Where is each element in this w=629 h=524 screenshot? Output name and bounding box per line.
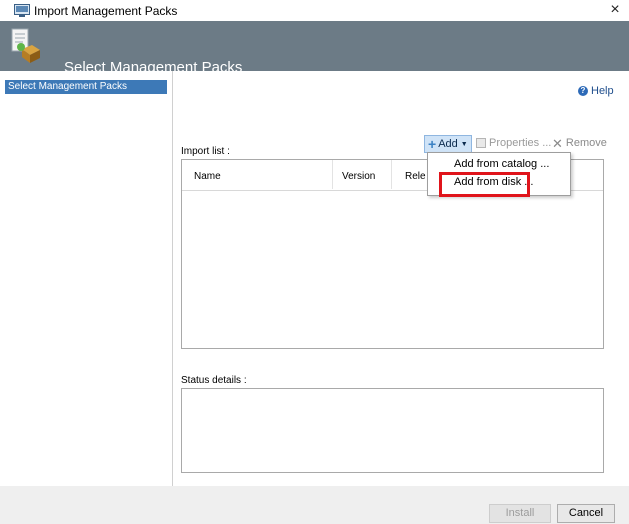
sidebar-item-select-management-packs[interactable]: Select Management Packs — [5, 80, 167, 94]
column-divider[interactable] — [332, 160, 333, 189]
column-header-name[interactable]: Name — [194, 171, 221, 182]
remove-icon: ✕ — [552, 135, 563, 151]
menu-item-add-from-catalog[interactable]: Add from catalog ... — [454, 158, 549, 170]
remove-button[interactable]: ✕ Remove — [552, 135, 607, 151]
properties-button[interactable]: Properties ... — [476, 137, 551, 149]
app-window-icon — [14, 4, 30, 17]
column-header-version[interactable]: Version — [342, 171, 375, 182]
status-details-label: Status details : — [181, 375, 247, 386]
plus-icon: + — [428, 136, 437, 152]
help-icon: ? — [578, 86, 588, 96]
remove-button-label: Remove — [565, 137, 607, 149]
properties-button-label: Properties ... — [489, 137, 552, 149]
column-header-release[interactable]: Rele — [405, 171, 426, 182]
add-button-label: Add — [438, 138, 458, 150]
highlight-box — [439, 172, 530, 197]
cancel-button[interactable]: Cancel — [557, 504, 615, 523]
title-bar: Import Management Packs × — [0, 0, 629, 21]
status-details-box[interactable] — [181, 388, 604, 473]
wizard-sidebar — [0, 71, 173, 486]
install-button[interactable]: Install — [489, 504, 551, 523]
page-header: Select Management Packs — [0, 21, 629, 76]
close-button[interactable]: × — [601, 0, 629, 20]
help-link[interactable]: ? Help — [578, 85, 614, 97]
window-title: Import Management Packs — [34, 4, 178, 18]
column-divider[interactable] — [391, 160, 392, 189]
help-label: Help — [591, 85, 614, 97]
import-list-label: Import list : — [181, 146, 230, 157]
properties-icon — [476, 138, 486, 148]
add-button[interactable]: + Add ▼ — [424, 135, 472, 153]
management-pack-icon — [11, 28, 40, 63]
chevron-down-icon: ▼ — [460, 140, 468, 148]
